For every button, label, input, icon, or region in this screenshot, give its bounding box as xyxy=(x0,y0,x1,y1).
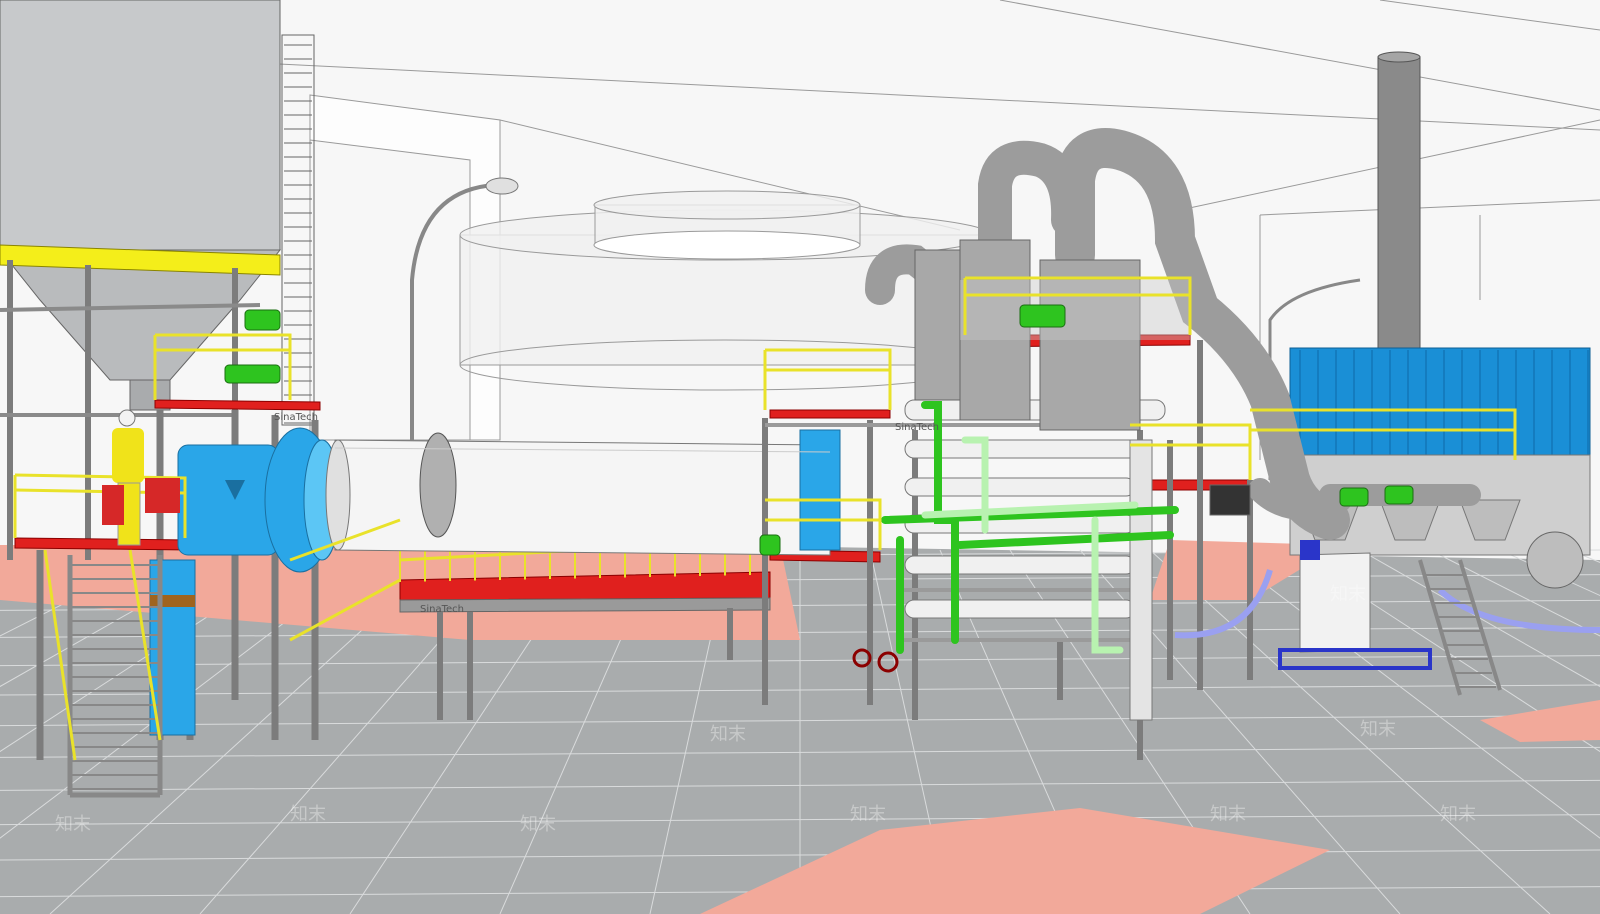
svg-text:知末: 知末 xyxy=(850,804,886,825)
baghouse-icon xyxy=(1289,347,1591,589)
svg-text:知末: 知末 xyxy=(55,814,91,835)
svg-text:知末: 知末 xyxy=(290,804,326,825)
svg-text:知末: 知末 xyxy=(1330,584,1366,605)
background-tank xyxy=(459,190,991,391)
svg-text:知末: 知末 xyxy=(1210,804,1246,825)
upper-platform xyxy=(960,280,1190,340)
plant-3d-render: SinaTech SinaTech SinaTech 知末 知末 知末 知末 知… xyxy=(0,0,1600,914)
svg-text:知末: 知末 xyxy=(520,814,556,835)
plate-label: SinaTech xyxy=(274,412,318,423)
cage-ladder xyxy=(281,34,315,426)
svg-text:知末: 知末 xyxy=(710,724,746,745)
plate-label: SinaTech xyxy=(895,422,939,433)
chimney-icon xyxy=(1377,51,1421,358)
svg-text:知末: 知末 xyxy=(1440,804,1476,825)
svg-text:知末: 知末 xyxy=(1360,719,1396,740)
plate-label: SinaTech xyxy=(420,604,464,615)
